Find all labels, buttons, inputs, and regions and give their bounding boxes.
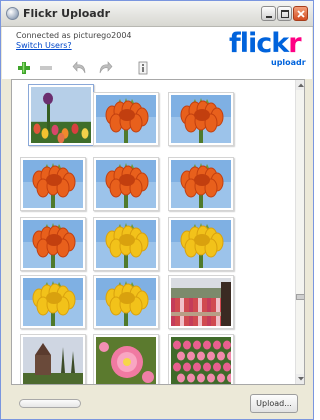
photo-thumbnail[interactable]	[168, 157, 234, 211]
photo-image	[171, 220, 231, 268]
minimize-icon	[266, 16, 272, 18]
logo-part1: flick	[229, 28, 289, 59]
minimize-button[interactable]	[261, 6, 276, 21]
photo-thumbnail[interactable]	[20, 217, 86, 271]
info-icon	[138, 61, 148, 75]
photo-image	[171, 337, 231, 384]
photo-thumbnail[interactable]	[168, 217, 234, 271]
scroll-down-button[interactable]	[296, 374, 304, 384]
photo-thumbnail[interactable]	[20, 157, 86, 211]
photo-image	[31, 87, 91, 143]
photo-thumbnail[interactable]	[93, 92, 159, 146]
close-icon	[297, 10, 305, 18]
rotate-left-button[interactable]	[72, 60, 88, 76]
uploadr-window: Flickr Uploadr Connected as picturego200…	[0, 0, 314, 420]
logo-part2: r	[288, 28, 301, 59]
photo-image	[23, 337, 83, 384]
title-bar: Flickr Uploadr	[1, 1, 313, 27]
rotate-left-icon	[72, 61, 86, 74]
photo-thumbnail[interactable]	[93, 275, 159, 329]
photo-image	[96, 95, 156, 143]
rotate-right-icon	[99, 61, 113, 74]
maximize-icon	[281, 10, 289, 18]
photo-thumbnail[interactable]	[93, 217, 159, 271]
photo-image	[171, 95, 231, 143]
add-photos-button[interactable]	[16, 60, 32, 76]
photo-image	[171, 278, 231, 326]
rotate-right-button[interactable]	[97, 60, 113, 76]
switch-users-link[interactable]: Switch Users?	[16, 41, 72, 50]
close-button[interactable]	[293, 6, 308, 21]
scroll-up-button[interactable]	[296, 80, 304, 90]
remove-icon	[40, 66, 52, 70]
photo-thumbnail[interactable]	[168, 92, 234, 146]
upload-progress-bar	[19, 399, 81, 408]
window-title: Flickr Uploadr	[23, 7, 111, 20]
maximize-button[interactable]	[277, 6, 292, 21]
toolbar	[2, 57, 312, 79]
arrow-up-icon	[298, 83, 304, 87]
photo-grid	[11, 79, 305, 385]
photo-thumbnail[interactable]	[93, 334, 159, 384]
photo-image	[23, 220, 83, 268]
photo-thumbnail[interactable]	[168, 334, 234, 384]
upload-button[interactable]: Upload...	[250, 394, 298, 413]
add-icon	[18, 62, 30, 74]
flickr-logo: flickr	[229, 28, 302, 59]
photo-image	[96, 278, 156, 326]
vertical-scrollbar[interactable]	[295, 80, 304, 384]
photo-image	[171, 160, 231, 208]
photo-thumbnail[interactable]	[28, 84, 94, 146]
photo-thumbnail[interactable]	[20, 334, 86, 384]
photo-thumbnail[interactable]	[20, 275, 86, 329]
scrollbar-thumb[interactable]	[296, 294, 304, 300]
photo-image	[96, 337, 156, 384]
photo-thumbnail[interactable]	[93, 157, 159, 211]
photo-image	[96, 160, 156, 208]
footer: Upload...	[2, 389, 312, 419]
photo-image	[23, 278, 83, 326]
app-icon	[6, 7, 19, 20]
photo-image	[96, 220, 156, 268]
photo-info-button[interactable]	[135, 60, 151, 76]
remove-photos-button[interactable]	[38, 60, 54, 76]
connected-as-text: Connected as picturego2004	[16, 31, 132, 40]
photo-thumbnail[interactable]	[168, 275, 234, 329]
arrow-down-icon	[298, 377, 304, 381]
photo-image	[23, 160, 83, 208]
